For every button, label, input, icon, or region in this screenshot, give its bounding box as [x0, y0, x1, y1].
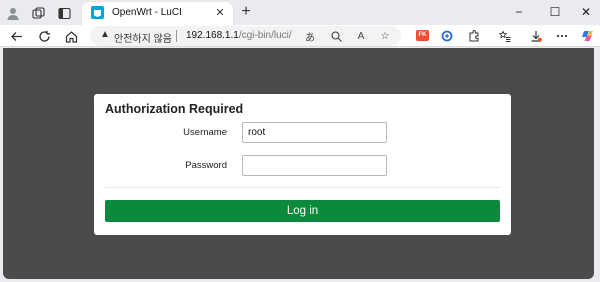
copilot-icon[interactable] — [578, 26, 598, 46]
password-input[interactable] — [242, 155, 387, 176]
back-button[interactable] — [6, 26, 26, 46]
page-viewport: Authorization Required Username Password… — [0, 48, 600, 282]
address-bar[interactable]: ▲ 안전하지 않음 192.168.1.1/cgi-bin/luci/ あ A … — [90, 26, 401, 46]
username-input[interactable] — [242, 122, 387, 143]
tab-strip: OpenWrt - LuCI ✕ + − ☐ ✕ — [0, 0, 600, 25]
url-path: /cgi-bin/luci/ — [238, 30, 292, 41]
reload-button[interactable] — [34, 26, 54, 46]
downloads-icon[interactable] — [526, 26, 546, 46]
password-label: Password — [185, 160, 227, 171]
not-secure-warning-icon[interactable]: ▲ — [100, 29, 110, 40]
url-host: 192.168.1.1 — [186, 30, 239, 41]
favorites-icon[interactable] — [495, 26, 515, 46]
workspaces-icon[interactable] — [29, 4, 47, 22]
zoom-icon[interactable] — [328, 28, 344, 44]
new-tab-button[interactable]: + — [238, 4, 254, 20]
read-aloud-icon[interactable]: A — [353, 28, 369, 44]
tab-openwrt[interactable]: OpenWrt - LuCI ✕ — [82, 2, 233, 25]
form-divider — [105, 187, 500, 188]
username-label: Username — [183, 127, 227, 138]
reload-icon — [38, 30, 50, 42]
luci-page-background: Authorization Required Username Password… — [3, 48, 594, 279]
login-card: Authorization Required Username Password… — [94, 94, 511, 235]
profile-icon[interactable] — [4, 4, 22, 22]
translate-icon[interactable]: あ — [302, 28, 318, 44]
minimize-button[interactable]: − — [505, 3, 533, 21]
more-options-icon[interactable] — [552, 26, 572, 46]
maximize-button[interactable]: ☐ — [541, 3, 569, 21]
security-label[interactable]: 안전하지 않음 — [114, 30, 172, 45]
browser-toolbar: ▲ 안전하지 않음 192.168.1.1/cgi-bin/luci/ あ A … — [0, 25, 600, 47]
copilot-extension-icon[interactable] — [437, 26, 457, 46]
url-text[interactable]: 192.168.1.1/cgi-bin/luci/ — [186, 30, 292, 41]
tab-close-icon[interactable]: ✕ — [213, 5, 227, 19]
tab-title: OpenWrt - LuCI — [112, 7, 182, 18]
close-window-button[interactable]: ✕ — [572, 3, 600, 21]
url-separator — [176, 30, 177, 42]
openwrt-favicon-icon — [91, 6, 104, 19]
extensions-puzzle-icon[interactable] — [464, 26, 484, 46]
tab-actions-icon[interactable] — [55, 4, 73, 22]
back-arrow-icon — [10, 31, 22, 41]
home-icon — [65, 30, 77, 43]
favorite-star-icon[interactable]: ☆ — [377, 28, 393, 44]
home-button[interactable] — [61, 26, 81, 46]
extension-badge-icon[interactable]: FK — [416, 30, 429, 41]
login-button[interactable]: Log in — [105, 200, 500, 222]
login-title: Authorization Required — [105, 102, 244, 116]
